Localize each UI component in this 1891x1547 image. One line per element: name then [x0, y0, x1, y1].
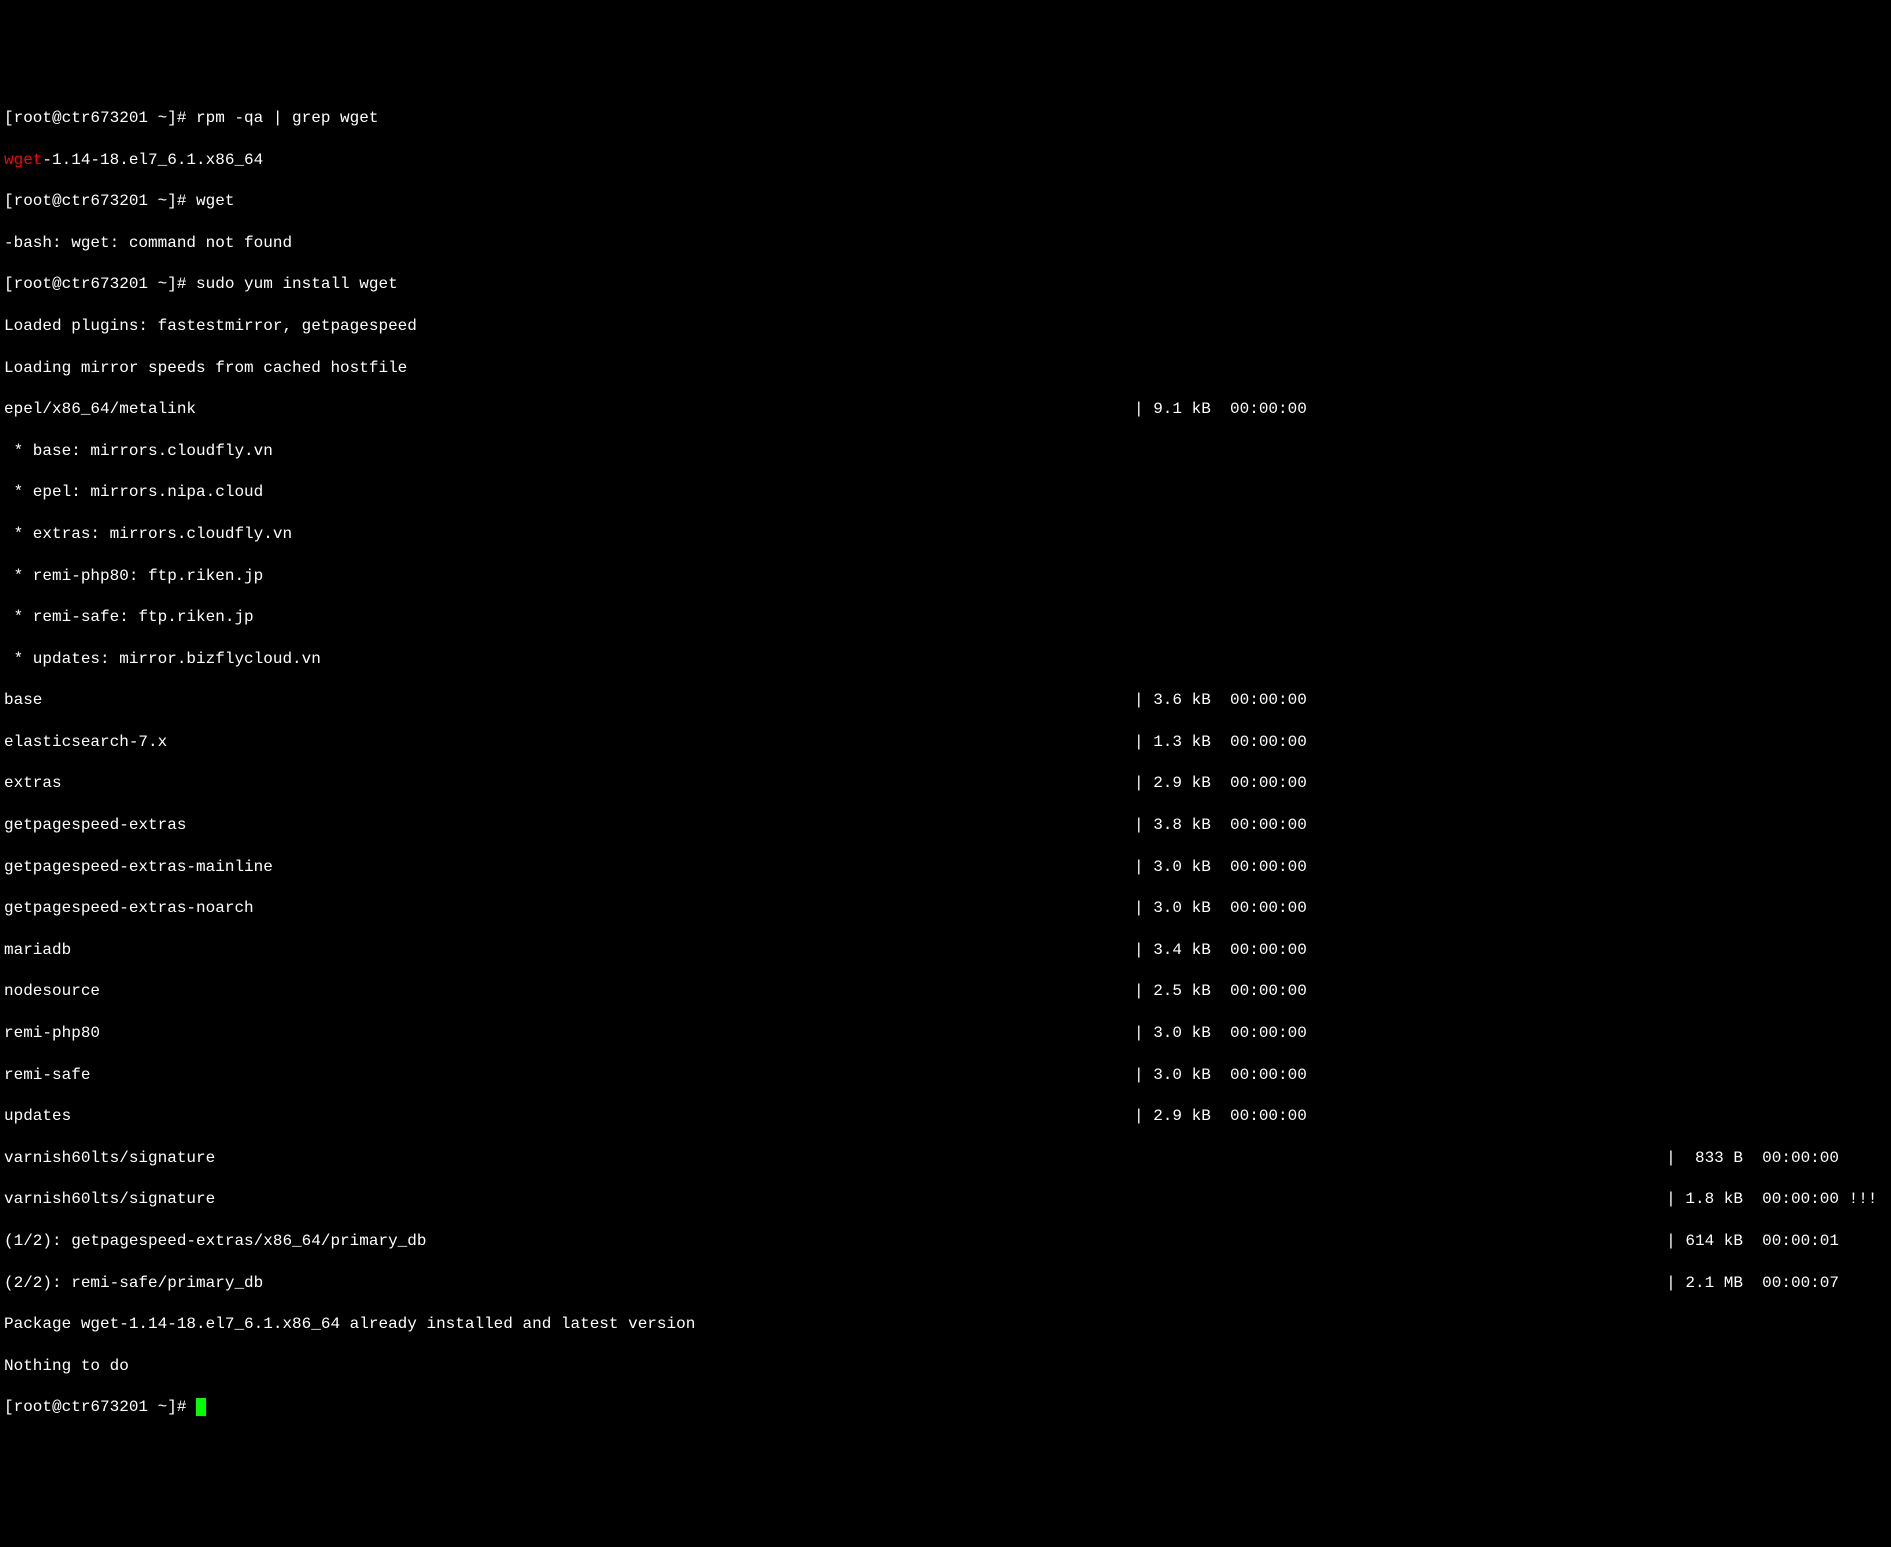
repo-row: base| 3.6 kB 00:00:00: [4, 690, 1887, 711]
mirror-epel: * epel: mirrors.nipa.cloud: [4, 482, 1887, 503]
varnish-sig-2: varnish60lts/signature| 1.8 kB 00:00:00 …: [4, 1189, 1887, 1210]
repo-row: getpagespeed-extras-mainline| 3.0 kB 00:…: [4, 857, 1887, 878]
repo-row: updates| 2.9 kB 00:00:00: [4, 1106, 1887, 1127]
repo-row: mariadb| 3.4 kB 00:00:00: [4, 940, 1887, 961]
mirror-remi-php80: * remi-php80: ftp.riken.jp: [4, 566, 1887, 587]
prompt: [root@ctr673201 ~]#: [4, 1398, 196, 1416]
prompt-line[interactable]: [root@ctr673201 ~]#: [4, 1397, 1887, 1418]
download-2: (2/2): remi-safe/primary_db| 2.1 MB 00:0…: [4, 1273, 1887, 1294]
nothing-to-do: Nothing to do: [4, 1356, 1887, 1377]
repo-row: remi-php80| 3.0 kB 00:00:00: [4, 1023, 1887, 1044]
cursor-icon: [196, 1398, 206, 1416]
repo-epel-metalink: epel/x86_64/metalink| 9.1 kB 00:00:00: [4, 399, 1887, 420]
repo-row: extras| 2.9 kB 00:00:00: [4, 773, 1887, 794]
plugins-line: Loaded plugins: fastestmirror, getpagesp…: [4, 316, 1887, 337]
mirror-base: * base: mirrors.cloudfly.vn: [4, 441, 1887, 462]
download-1: (1/2): getpagespeed-extras/x86_64/primar…: [4, 1231, 1887, 1252]
mirror-extras: * extras: mirrors.cloudfly.vn: [4, 524, 1887, 545]
command-line-3: [root@ctr673201 ~]# sudo yum install wge…: [4, 274, 1887, 295]
terminal-output[interactable]: [root@ctr673201 ~]# rpm -qa | grep wget …: [4, 87, 1887, 1439]
repo-row: getpagespeed-extras-noarch| 3.0 kB 00:00…: [4, 898, 1887, 919]
loading-line: Loading mirror speeds from cached hostfi…: [4, 358, 1887, 379]
grep-output: wget-1.14-18.el7_6.1.x86_64: [4, 150, 1887, 171]
repo-row: elasticsearch-7.x| 1.3 kB 00:00:00: [4, 732, 1887, 753]
repo-row: nodesource| 2.5 kB 00:00:00: [4, 981, 1887, 1002]
mirror-remi-safe: * remi-safe: ftp.riken.jp: [4, 607, 1887, 628]
already-installed: Package wget-1.14-18.el7_6.1.x86_64 alre…: [4, 1314, 1887, 1335]
repo-row: getpagespeed-extras| 3.8 kB 00:00:00: [4, 815, 1887, 836]
mirror-updates: * updates: mirror.bizflycloud.vn: [4, 649, 1887, 670]
command-line-2: [root@ctr673201 ~]# wget: [4, 191, 1887, 212]
error-output: -bash: wget: command not found: [4, 233, 1887, 254]
varnish-sig-1: varnish60lts/signature| 833 B 00:00:00: [4, 1148, 1887, 1169]
command-line-1: [root@ctr673201 ~]# rpm -qa | grep wget: [4, 108, 1887, 129]
repo-row: remi-safe| 3.0 kB 00:00:00: [4, 1065, 1887, 1086]
grep-match: wget: [4, 151, 42, 169]
